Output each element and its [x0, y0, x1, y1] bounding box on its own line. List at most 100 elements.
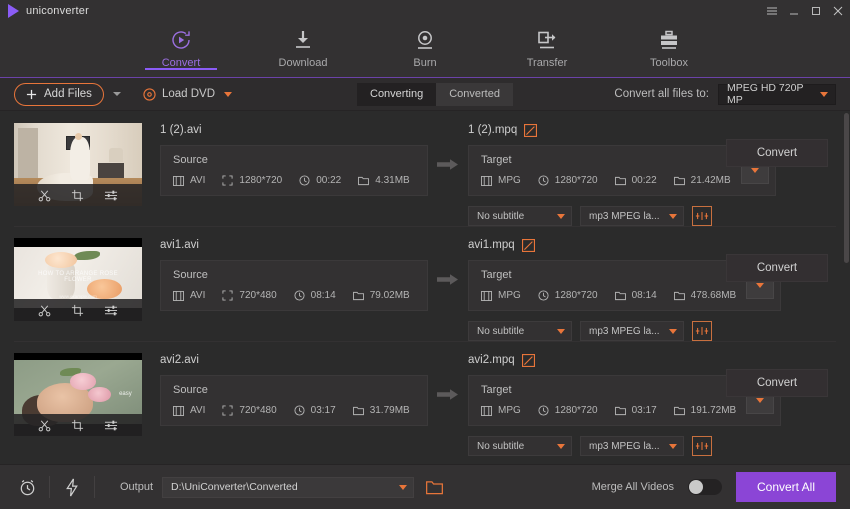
tab-converting[interactable]: Converting — [357, 82, 437, 106]
nav-item-burn[interactable]: Burn — [383, 22, 467, 69]
target-resolution: 1280*720 — [538, 290, 598, 301]
merge-all-videos-toggle[interactable] — [688, 479, 722, 495]
trim-icon[interactable] — [38, 419, 51, 432]
edit-icon[interactable] — [524, 123, 538, 137]
nav-item-transfer[interactable]: Transfer — [505, 22, 589, 69]
source-filename: avi1.avi — [160, 239, 199, 251]
target-meta: MPG 1280*720 08:14 478.68MB — [481, 290, 736, 301]
gpu-acceleration-icon[interactable] — [59, 474, 85, 500]
source-duration: 08:14 — [294, 290, 336, 301]
add-track-button[interactable] — [692, 321, 712, 341]
crop-icon[interactable] — [71, 419, 84, 432]
maximize-icon[interactable] — [809, 5, 822, 18]
subtitle-value: No subtitle — [477, 325, 525, 337]
load-dvd-dropdown-arrow[interactable] — [224, 91, 232, 97]
minimize-icon[interactable] — [787, 5, 800, 18]
tab-converted[interactable]: Converted — [436, 82, 513, 106]
source-filename: 1 (2).avi — [160, 124, 202, 136]
add-track-button[interactable] — [692, 206, 712, 226]
film-icon — [481, 405, 492, 416]
source-duration: 03:17 — [294, 405, 336, 416]
nav-item-download[interactable]: Download — [261, 22, 345, 69]
target-size: 191.72MB — [673, 405, 736, 416]
folder-icon — [673, 406, 685, 415]
target-meta: MPG 1280*720 00:22 21.42MB — [481, 175, 731, 186]
chevron-down-icon — [750, 168, 759, 173]
add-files-button[interactable]: Add Files — [14, 82, 104, 106]
convert-icon — [169, 28, 193, 52]
target-duration: 03:17 — [614, 405, 657, 416]
download-icon — [291, 28, 315, 52]
crop-icon[interactable] — [71, 189, 84, 202]
target-filename-row: 1 (2).mpq — [468, 123, 776, 137]
source-resolution: 720*480 — [222, 290, 277, 301]
open-folder-button[interactable] — [426, 480, 443, 495]
trim-icon[interactable] — [38, 304, 51, 317]
edit-icon[interactable] — [521, 238, 535, 252]
uniconverter-window: uniconverter Convert Download Burn Trans… — [0, 0, 850, 509]
app-logo: uniconverter — [0, 4, 89, 18]
source-size: 79.02MB — [352, 290, 410, 301]
audio-select[interactable]: mp3 MPEG la... — [580, 321, 684, 341]
film-icon — [481, 175, 492, 186]
folder-icon — [614, 406, 626, 415]
audio-value: mp3 MPEG la... — [589, 210, 660, 222]
video-thumbnail[interactable]: easy — [14, 353, 142, 436]
source-panel: Source AVI 720*480 03:17 31.79MB — [160, 375, 428, 426]
menu-icon[interactable] — [765, 5, 778, 18]
effect-icon[interactable] — [104, 419, 118, 432]
source-filename: avi2.avi — [160, 354, 199, 366]
target-label: Target — [481, 384, 512, 396]
clock-icon — [538, 290, 549, 301]
source-meta: AVI 1280*720 00:22 4.31MB — [173, 175, 417, 186]
add-files-label: Add Files — [44, 88, 92, 100]
audio-select[interactable]: mp3 MPEG la... — [580, 206, 684, 226]
app-title: uniconverter — [26, 5, 89, 17]
nav-item-toolbox[interactable]: Toolbox — [627, 22, 711, 69]
nav-item-convert[interactable]: Convert — [139, 22, 223, 70]
edit-icon[interactable] — [521, 353, 535, 367]
merge-all-videos-label: Merge All Videos — [591, 481, 674, 493]
output-format-select[interactable]: MPEG HD 720P MP — [718, 82, 836, 106]
target-filename-row: avi1.mpq — [468, 238, 781, 252]
load-dvd-button[interactable]: Load DVD — [143, 87, 215, 101]
chevron-down-icon — [557, 328, 565, 334]
audio-value: mp3 MPEG la... — [589, 440, 660, 452]
audio-select[interactable]: mp3 MPEG la... — [580, 436, 684, 456]
chevron-down-icon — [669, 443, 677, 449]
convert-button[interactable]: Convert — [726, 254, 828, 282]
subtitle-value: No subtitle — [477, 210, 525, 222]
list-scrollbar[interactable] — [844, 111, 849, 464]
add-files-dropdown-arrow[interactable] — [112, 92, 121, 96]
crop-icon[interactable] — [71, 304, 84, 317]
clock-icon — [538, 405, 549, 416]
chevron-down-icon — [756, 398, 765, 403]
subtitle-select[interactable]: No subtitle — [468, 206, 572, 226]
convert-button[interactable]: Convert — [726, 139, 828, 167]
scheduler-icon[interactable] — [14, 474, 40, 500]
output-path-value: D:\UniConverter\Converted — [171, 481, 298, 493]
folder-icon — [614, 291, 626, 300]
output-path-input[interactable]: D:\UniConverter\Converted — [162, 476, 415, 498]
trim-icon[interactable] — [38, 189, 51, 202]
subtitle-select[interactable]: No subtitle — [468, 321, 572, 341]
effect-icon[interactable] — [104, 304, 118, 317]
target-format: MPG — [481, 405, 521, 416]
target-meta: MPG 1280*720 03:17 191.72MB — [481, 405, 736, 416]
convert-all-button[interactable]: Convert All — [736, 472, 836, 502]
folder-icon — [358, 176, 370, 185]
video-thumbnail[interactable] — [14, 123, 142, 206]
effect-icon[interactable] — [104, 189, 118, 202]
close-icon[interactable] — [831, 5, 844, 18]
subtitle-select[interactable]: No subtitle — [468, 436, 572, 456]
main-navigation: Convert Download Burn Transfer Toolbox — [0, 22, 850, 78]
video-thumbnail[interactable]: HOW TO ARRANGE ROSE FLOWER www.example.c… — [14, 238, 142, 321]
source-duration: 00:22 — [299, 175, 341, 186]
add-track-button[interactable] — [692, 436, 712, 456]
load-dvd-label: Load DVD — [161, 88, 215, 100]
clock-icon — [294, 405, 305, 416]
chevron-down-icon — [669, 213, 677, 219]
scrollbar-thumb[interactable] — [844, 113, 849, 263]
convert-button[interactable]: Convert — [726, 369, 828, 397]
source-format: AVI — [173, 405, 205, 416]
